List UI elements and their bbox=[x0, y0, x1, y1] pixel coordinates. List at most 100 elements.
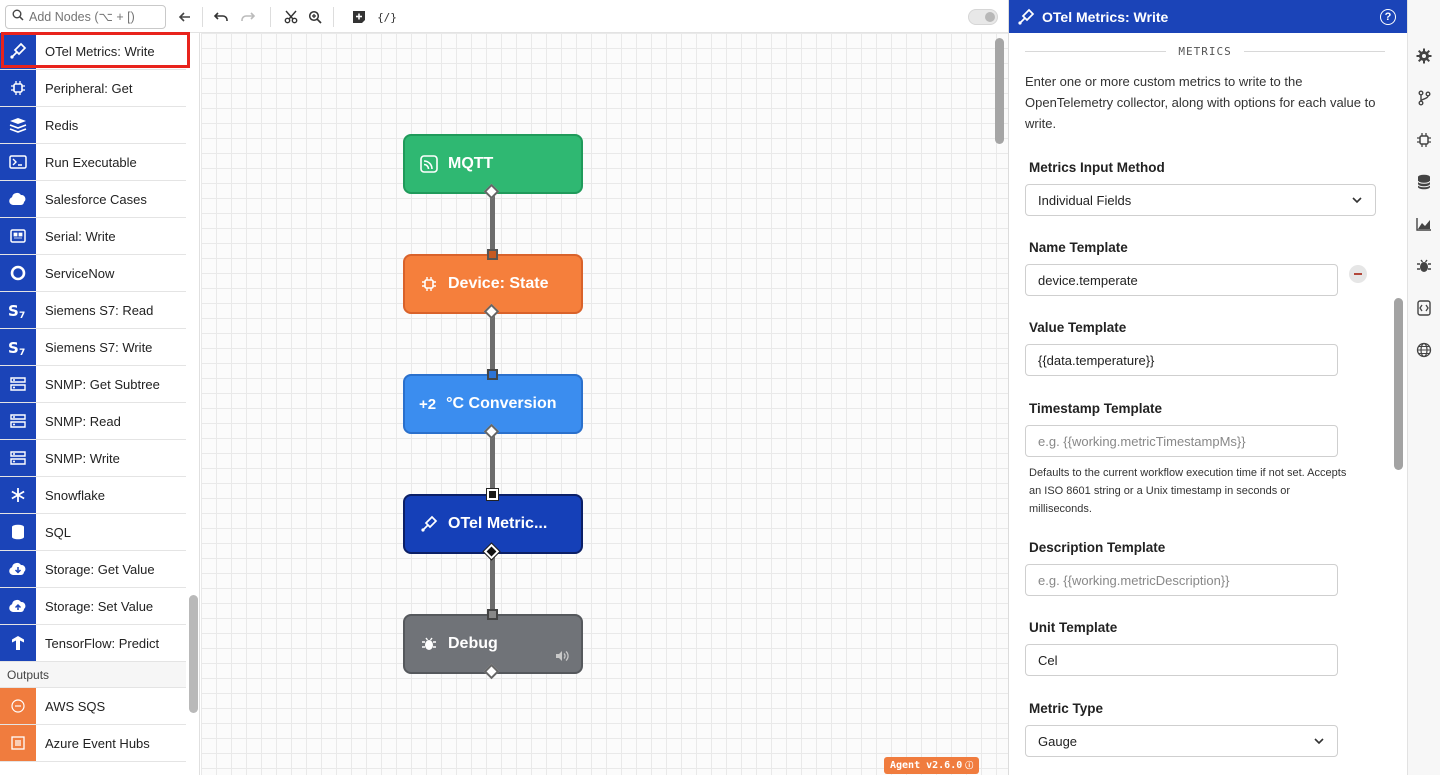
snmp-icon bbox=[0, 403, 36, 439]
redis-icon bbox=[0, 107, 36, 143]
timestamp-template-input[interactable]: e.g. {{working.metricTimestampMs}} bbox=[1025, 425, 1338, 457]
canvas-scrollbar[interactable] bbox=[995, 38, 1004, 144]
node-palette-item[interactable]: TensorFlow: Predict bbox=[0, 625, 186, 662]
branch-icon[interactable] bbox=[1416, 90, 1432, 106]
node-palette-label: Serial: Write bbox=[45, 228, 116, 244]
zoom-icon[interactable] bbox=[304, 6, 326, 28]
node-palette-item[interactable]: Snowflake bbox=[0, 477, 186, 514]
panel-scrollbar[interactable] bbox=[1394, 298, 1403, 470]
chart-icon[interactable] bbox=[1416, 216, 1432, 232]
node-palette-item[interactable]: AWS SQS bbox=[0, 688, 186, 725]
mqtt-icon bbox=[419, 155, 439, 173]
settings-icon[interactable] bbox=[1416, 48, 1432, 64]
bug-icon[interactable] bbox=[1416, 258, 1432, 274]
description-template-placeholder: e.g. {{working.metricDescription}} bbox=[1038, 572, 1230, 588]
node-palette-item[interactable]: OTel Metrics: Write bbox=[0, 33, 186, 70]
json-icon[interactable]: {/} bbox=[376, 6, 398, 28]
name-template-input[interactable]: device.temperate bbox=[1025, 264, 1338, 296]
math-icon: +2 bbox=[419, 396, 436, 413]
node-palette-item[interactable]: Storage: Get Value bbox=[0, 551, 186, 588]
input-method-label: Metrics Input Method bbox=[1029, 160, 1165, 175]
node-palette-item[interactable]: ServiceNow bbox=[0, 255, 186, 292]
input-method-select[interactable]: Individual Fields bbox=[1025, 184, 1376, 216]
node-palette-item[interactable]: Azure Event Hubs bbox=[0, 725, 186, 762]
node-palette-label: Storage: Set Value bbox=[45, 598, 154, 614]
node-palette-item[interactable]: Run Executable bbox=[0, 144, 186, 181]
toolbar-divider bbox=[270, 7, 271, 27]
flow-node-label: MQTT bbox=[448, 155, 494, 172]
input-port[interactable] bbox=[487, 249, 498, 260]
collapse-arrow-icon[interactable] bbox=[174, 6, 196, 28]
remove-metric-button[interactable] bbox=[1349, 265, 1367, 283]
name-template-label: Name Template bbox=[1029, 240, 1128, 255]
connection-wire bbox=[490, 432, 495, 494]
node-palette-label: SQL bbox=[45, 524, 72, 540]
workflow-canvas[interactable] bbox=[201, 33, 1008, 775]
canvas-toggle[interactable] bbox=[968, 9, 998, 25]
search-input[interactable] bbox=[29, 10, 167, 24]
app-root: {/} OTel Metrics: Write Peripheral: Get Re… bbox=[0, 0, 1440, 775]
node-palette-label: Peripheral: Get bbox=[45, 80, 133, 96]
servicenow-icon bbox=[0, 255, 36, 291]
node-palette-label: AWS SQS bbox=[45, 698, 106, 714]
speaker-icon[interactable] bbox=[555, 649, 569, 667]
add-nodes-search[interactable] bbox=[5, 5, 167, 29]
node-palette-item[interactable]: Redis bbox=[0, 107, 186, 144]
flow-node-label: Debug bbox=[448, 635, 498, 652]
metric-type-select[interactable]: Gauge bbox=[1025, 725, 1338, 757]
connection-wire bbox=[490, 312, 495, 374]
node-palette-item[interactable]: SNMP: Read bbox=[0, 403, 186, 440]
name-template-value: device.temperate bbox=[1038, 272, 1138, 288]
sidebar-scrollbar[interactable] bbox=[189, 595, 198, 713]
unit-template-value: Cel bbox=[1038, 652, 1058, 668]
help-icon[interactable]: ? bbox=[1380, 9, 1396, 25]
input-port[interactable] bbox=[486, 488, 499, 501]
node-palette-item[interactable]: S 7 Siemens S7: Write bbox=[0, 329, 186, 366]
node-palette-label: Storage: Get Value bbox=[45, 561, 155, 577]
chip-icon[interactable] bbox=[1416, 132, 1432, 148]
section-title: METRICS bbox=[1178, 45, 1232, 58]
search-icon bbox=[12, 8, 24, 26]
node-palette-label: TensorFlow: Predict bbox=[45, 635, 160, 651]
add-note-icon[interactable] bbox=[348, 6, 370, 28]
timestamp-template-label: Timestamp Template bbox=[1029, 401, 1163, 416]
code-icon[interactable] bbox=[1416, 300, 1432, 316]
database-icon bbox=[0, 514, 36, 550]
node-palette-item[interactable]: Storage: Set Value bbox=[0, 588, 186, 625]
node-palette-label: Redis bbox=[45, 117, 79, 133]
value-template-input[interactable]: {{data.temperature}} bbox=[1025, 344, 1338, 376]
globe-icon[interactable] bbox=[1416, 342, 1432, 358]
cut-icon[interactable] bbox=[280, 6, 302, 28]
chip-icon bbox=[419, 276, 439, 292]
input-port[interactable] bbox=[487, 609, 498, 620]
node-palette-item[interactable]: SNMP: Write bbox=[0, 440, 186, 477]
node-palette-label: ServiceNow bbox=[45, 265, 115, 281]
node-palette-item[interactable]: Salesforce Cases bbox=[0, 181, 186, 218]
otel-icon bbox=[419, 515, 439, 533]
undo-icon[interactable] bbox=[210, 6, 232, 28]
unit-template-input[interactable]: Cel bbox=[1025, 644, 1338, 676]
redo-icon[interactable] bbox=[237, 6, 259, 28]
node-palette-item[interactable]: Serial: Write bbox=[0, 218, 186, 255]
database-icon[interactable] bbox=[1416, 174, 1432, 190]
timestamp-template-placeholder: e.g. {{working.metricTimestampMs}} bbox=[1038, 433, 1246, 449]
toolbar-divider bbox=[333, 7, 334, 27]
value-template-value: {{data.temperature}} bbox=[1038, 352, 1155, 368]
node-palette-item[interactable]: S 7 Siemens S7: Read bbox=[0, 292, 186, 329]
aws-sqs-icon bbox=[0, 688, 36, 724]
input-port[interactable] bbox=[487, 369, 498, 380]
node-palette-item[interactable]: Peripheral: Get bbox=[0, 70, 186, 107]
agent-version-text: Agent v2.6.0 bbox=[890, 760, 963, 771]
flow-node-label: OTel Metric... bbox=[448, 515, 548, 532]
info-icon: ⓘ bbox=[965, 761, 974, 770]
flow-node-label: °C Conversion bbox=[446, 395, 557, 412]
node-palette-item[interactable]: SNMP: Get Subtree bbox=[0, 366, 186, 403]
cloud-upload-icon bbox=[0, 588, 36, 624]
node-palette-item[interactable]: SQL bbox=[0, 514, 186, 551]
svg-text:7: 7 bbox=[19, 348, 25, 356]
metric-type-value: Gauge bbox=[1038, 733, 1078, 749]
description-template-input[interactable]: e.g. {{working.metricDescription}} bbox=[1025, 564, 1338, 596]
otel-icon bbox=[0, 33, 36, 69]
node-palette-label: Azure Event Hubs bbox=[45, 735, 150, 751]
section-description: Enter one or more custom metrics to writ… bbox=[1025, 74, 1376, 131]
